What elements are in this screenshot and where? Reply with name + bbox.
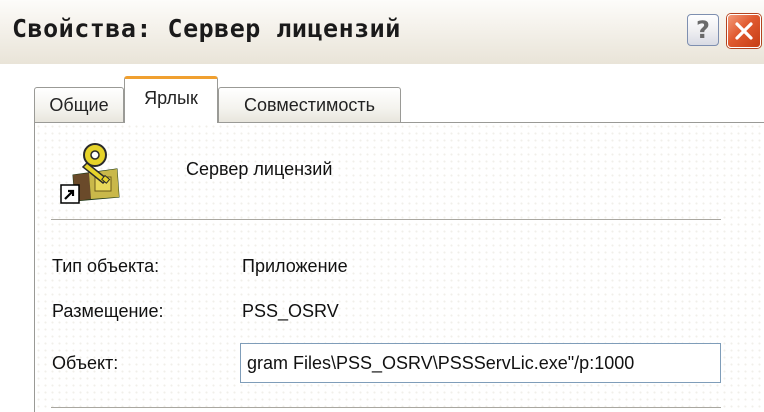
tab-shortcut[interactable]: Ярлык	[124, 76, 218, 123]
properties-window: Свойства: Сервер лицензий ? Общие Ярлык …	[0, 0, 764, 412]
shortcut-panel: Сервер лицензий Тип объекта: Приложение …	[34, 122, 764, 412]
tab-label: Совместимость	[243, 94, 376, 115]
tab-label: Ярлык	[144, 88, 198, 108]
title-bar[interactable]: Свойства: Сервер лицензий ?	[0, 0, 764, 65]
close-button[interactable]	[727, 14, 761, 48]
tab-general[interactable]: Общие	[34, 87, 124, 122]
target-label: Объект:	[52, 353, 119, 373]
help-icon: ?	[696, 16, 710, 44]
window-title: Свойства: Сервер лицензий	[12, 14, 401, 43]
target-input[interactable]	[240, 343, 721, 383]
separator	[51, 219, 721, 223]
type-value: Приложение	[242, 256, 348, 276]
close-icon	[735, 22, 753, 40]
separator	[51, 407, 721, 411]
tab-label: Общие	[49, 94, 109, 115]
location-value: PSS_OSRV	[242, 301, 339, 321]
type-label: Тип объекта:	[52, 256, 160, 276]
location-label: Размещение:	[52, 301, 164, 321]
shortcut-name: Сервер лицензий	[186, 159, 333, 179]
tab-compatibility[interactable]: Совместимость	[218, 87, 401, 122]
key-shortcut-icon	[60, 143, 120, 204]
help-button[interactable]: ?	[687, 14, 719, 46]
tab-control: Общие Ярлык Совместимость Сервер лицензи…	[0, 64, 764, 412]
